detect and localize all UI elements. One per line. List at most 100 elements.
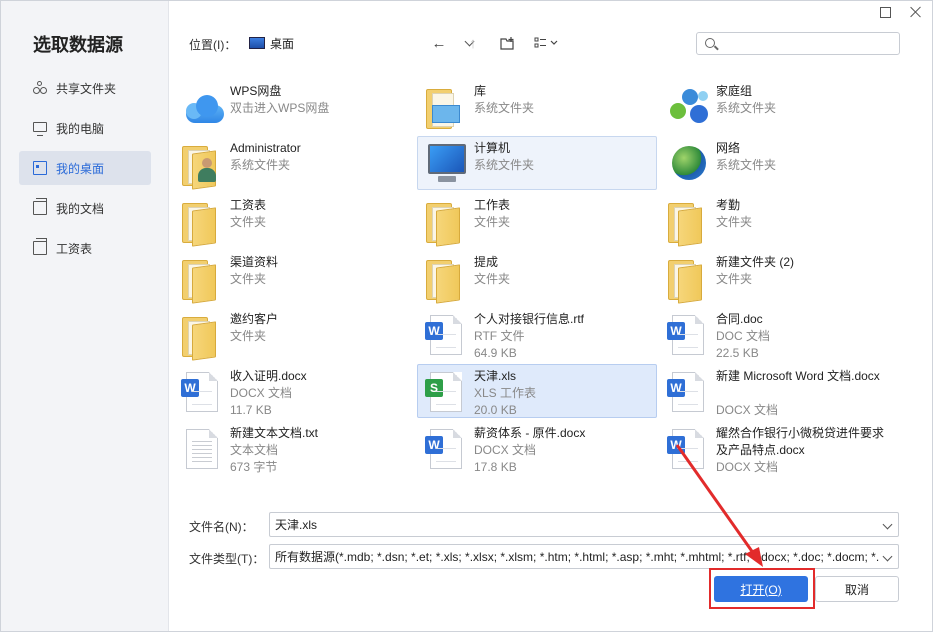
file-name: 家庭组 <box>716 84 753 98</box>
file-item-doc[interactable]: W 合同.doc DOC 文档 22.5 KB <box>659 307 899 361</box>
folder-icon <box>180 254 224 304</box>
file-name: 天津.xls <box>474 369 517 383</box>
search-input[interactable] <box>696 32 900 55</box>
annotation-highlight-box <box>709 568 815 609</box>
file-size: 22.5 KB <box>716 346 759 360</box>
file-type: RTF 文件 <box>474 329 525 343</box>
file-item-folder[interactable]: 工作表 文件夹 <box>417 193 657 247</box>
dialog-title: 选取数据源 <box>33 35 123 55</box>
chevron-down-icon[interactable] <box>882 519 893 530</box>
view-mode-icon[interactable] <box>533 33 561 53</box>
file-type: DOCX 文档 <box>716 403 779 417</box>
file-item-computer[interactable]: 计算机 系统文件夹 <box>417 136 657 190</box>
filetype-select[interactable]: 所有数据源(*.mdb; *.dsn; *.et; *.xls; *.xlsx;… <box>269 544 899 569</box>
folder-icon <box>666 197 710 247</box>
desktop-icon <box>249 37 265 49</box>
file-item-folder[interactable]: 提成 文件夹 <box>417 250 657 304</box>
file-item-rtf[interactable]: W 个人对接银行信息.rtf RTF 文件 64.9 KB <box>417 307 657 361</box>
file-name: 收入证明.docx <box>230 369 307 383</box>
file-type: 文本文档 <box>230 443 279 457</box>
sidebar-item-my-documents[interactable]: 我的文档 <box>19 191 151 225</box>
up-arrow-icon[interactable]: ↑ <box>463 33 483 53</box>
word-doc-icon: W <box>666 425 710 473</box>
file-item-network[interactable]: 网络 系统文件夹 <box>659 136 899 190</box>
file-type: 文件夹 <box>230 215 267 229</box>
back-arrow-icon[interactable]: ← <box>429 33 449 53</box>
sidebar-item-shared-folder[interactable]: 共享文件夹 <box>19 71 151 105</box>
file-name: 网络 <box>716 141 741 155</box>
file-item-docx[interactable]: W 薪资体系 - 原件.docx DOCX 文档 17.8 KB <box>417 421 657 475</box>
filetype-label: 文件类型(T)： <box>189 552 265 566</box>
file-item-folder[interactable]: 邀约客户 文件夹 <box>173 307 413 361</box>
sidebar-item-label: 工资表 <box>56 241 93 256</box>
sidebar-item-label: 我的文档 <box>56 201 105 216</box>
file-item-xls-selected[interactable]: S 天津.xls XLS 工作表 20.0 KB <box>417 364 657 418</box>
sidebar-item-my-desktop[interactable]: 我的桌面 <box>19 151 151 185</box>
file-type: 系统文件夹 <box>474 101 535 115</box>
new-folder-icon[interactable] <box>497 33 517 53</box>
file-name: 提成 <box>474 255 499 269</box>
sidebar-item-my-computer[interactable]: 我的电脑 <box>19 111 151 145</box>
file-type: DOC 文档 <box>716 329 771 343</box>
filename-value: 天津.xls <box>275 518 318 532</box>
cloud-icon <box>180 83 224 131</box>
file-item-docx[interactable]: W 耀然合作银行小微税贷进件要求及产品特点.docx DOCX 文档 <box>659 421 899 475</box>
file-type: 系统文件夹 <box>230 158 291 172</box>
text-file-icon <box>180 425 224 473</box>
file-item-folder[interactable]: 新建文件夹 (2) 文件夹 <box>659 250 899 304</box>
file-item-docx[interactable]: W 收入证明.docx DOCX 文档 11.7 KB <box>173 364 413 418</box>
computer-icon <box>33 122 47 136</box>
file-name: 考勤 <box>716 198 741 212</box>
file-type: DOCX 文档 <box>474 443 537 457</box>
file-name: 新建文件夹 (2) <box>716 255 795 269</box>
file-type: 文件夹 <box>474 215 511 229</box>
sidebar-item-salary-sheet[interactable]: 工资表 <box>19 231 151 265</box>
file-type: DOCX 文档 <box>716 460 779 474</box>
file-type: 系统文件夹 <box>716 101 777 115</box>
user-folder-icon <box>180 140 224 190</box>
cancel-button-label: 取消 <box>844 582 869 597</box>
file-item-txt[interactable]: 新建文本文档.txt 文本文档 673 字节 <box>173 421 413 475</box>
file-item-homegroup[interactable]: 家庭组 系统文件夹 <box>659 79 899 133</box>
file-name: 渠道资料 <box>230 255 279 269</box>
file-item-library[interactable]: 库 系统文件夹 <box>417 79 657 133</box>
search-icon <box>705 38 715 48</box>
sidebar-item-label: 共享文件夹 <box>56 81 117 96</box>
filename-input[interactable]: 天津.xls <box>269 512 899 537</box>
file-type: 文件夹 <box>716 215 753 229</box>
file-open-dialog: 选取数据源 共享文件夹 我的电脑 我的桌面 我的文档 工资表 位置(I)： 桌面 <box>0 0 933 632</box>
file-item-administrator[interactable]: Administrator 系统文件夹 <box>173 136 413 190</box>
chevron-down-icon[interactable] <box>882 551 893 562</box>
network-globe-icon <box>666 140 710 188</box>
file-item-folder[interactable]: 渠道资料 文件夹 <box>173 250 413 304</box>
file-type: 系统文件夹 <box>716 158 777 172</box>
documents-icon <box>33 198 47 215</box>
file-name: 邀约客户 <box>230 312 279 326</box>
file-size: 64.9 KB <box>474 346 517 360</box>
word-doc-icon: W <box>180 368 224 416</box>
file-size: 17.8 KB <box>474 460 517 474</box>
file-size: 20.0 KB <box>474 403 517 417</box>
file-item-folder[interactable]: 考勤 文件夹 <box>659 193 899 247</box>
folder-icon <box>424 197 468 247</box>
word-doc-icon: W <box>424 311 468 359</box>
location-bar: 位置(I)： 桌面 ← ↑ <box>189 31 558 57</box>
file-item-folder[interactable]: 工资表 文件夹 <box>173 193 413 247</box>
file-type: 文件夹 <box>230 329 267 343</box>
file-item-wps-cloud[interactable]: WPS网盘 双击进入WPS网盘 <box>173 79 413 133</box>
word-doc-icon: W <box>666 368 710 416</box>
folder-icon <box>666 254 710 304</box>
close-icon[interactable] <box>908 5 922 19</box>
file-name: 库 <box>474 84 487 98</box>
folder-icon <box>424 254 468 304</box>
cancel-button[interactable]: 取消 <box>815 576 899 602</box>
file-size: 673 字节 <box>230 460 278 474</box>
file-name: Administrator <box>230 141 301 155</box>
maximize-icon[interactable] <box>880 7 891 18</box>
computer-icon <box>424 140 468 188</box>
file-name: 工资表 <box>230 198 267 212</box>
file-name: 新建文本文档.txt <box>230 426 319 440</box>
file-name: 新建 Microsoft Word 文档.docx <box>716 369 880 383</box>
file-name: 薪资体系 - 原件.docx <box>474 426 586 440</box>
file-item-docx[interactable]: W 新建 Microsoft Word 文档.docx DOCX 文档 <box>659 364 899 418</box>
